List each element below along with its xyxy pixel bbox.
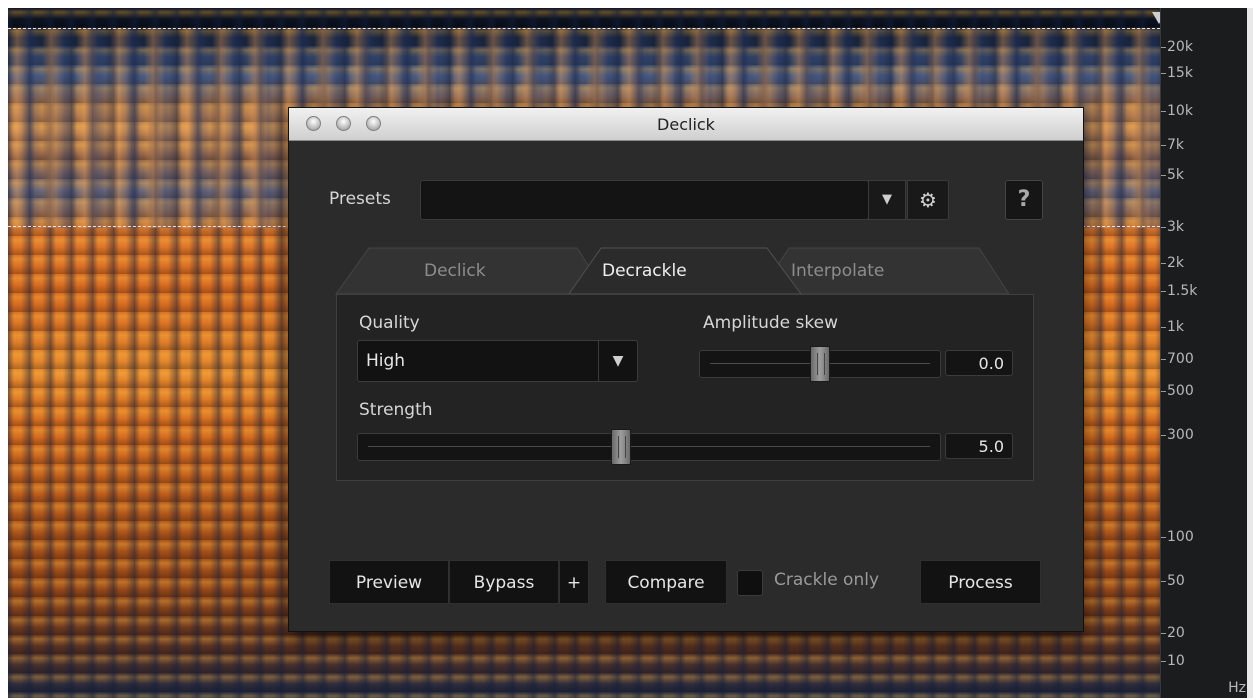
quality-value: High — [366, 351, 406, 371]
ruler-tick: 1.5k — [1160, 283, 1198, 299]
ruler-tick: 20k — [1161, 39, 1193, 55]
compare-button[interactable]: Compare — [605, 560, 727, 604]
ruler-tick: 50 — [1161, 573, 1185, 589]
crackle-only-checkbox[interactable] — [737, 570, 763, 596]
quality-select[interactable]: High ▼ — [357, 340, 638, 382]
window-edge — [1247, 8, 1253, 698]
ruler-tick: 10k — [1161, 103, 1193, 119]
ruler-tick: 5k — [1160, 167, 1185, 183]
ruler-tick: 10 — [1161, 653, 1185, 669]
ruler-tick: 3k — [1160, 219, 1185, 235]
strength-label: Strength — [359, 400, 433, 420]
amplitude-skew-label: Amplitude skew — [703, 313, 838, 333]
presets-dropdown-button[interactable]: ▼ — [868, 180, 906, 220]
slider-handle[interactable] — [810, 346, 830, 382]
ruler-tick: 300 — [1161, 427, 1194, 443]
ruler-tick: 20 — [1161, 625, 1185, 641]
presets-label: Presets — [329, 189, 391, 209]
triangle-down-icon: ▼ — [598, 341, 637, 381]
bypass-button[interactable]: Bypass — [449, 560, 559, 604]
declick-dialog: Declick Presets ▼ ⚙ ? Declick Decrackle … — [288, 107, 1084, 632]
process-button[interactable]: Process — [920, 560, 1041, 604]
ruler-unit: Hz — [1228, 680, 1246, 696]
ruler-tick: 2k — [1160, 255, 1185, 271]
preview-button[interactable]: Preview — [329, 560, 449, 604]
crackle-only-label: Crackle only — [774, 570, 880, 590]
slider-track — [368, 446, 930, 447]
help-button[interactable]: ? — [1005, 180, 1043, 220]
ruler-tick: 1k — [1160, 319, 1185, 335]
strength-value[interactable]: 5.0 — [945, 433, 1013, 459]
amplitude-skew-slider[interactable] — [699, 346, 941, 382]
gear-icon: ⚙ — [919, 188, 937, 212]
tab-decrackle[interactable]: Decrackle — [602, 261, 687, 281]
presets-field[interactable] — [420, 180, 869, 220]
slider-handle[interactable] — [611, 429, 631, 465]
ruler-tick: 700 — [1161, 351, 1194, 367]
ruler-tick: 7k — [1160, 137, 1185, 153]
quality-label: Quality — [359, 313, 420, 333]
add-button[interactable]: + — [559, 560, 589, 604]
triangle-down-icon: ▼ — [882, 192, 892, 207]
ruler-tick: 500 — [1161, 383, 1194, 399]
selection-top-line — [8, 28, 1160, 29]
ruler-tick: 100 — [1161, 529, 1194, 545]
presets-gear-button[interactable]: ⚙ — [907, 180, 949, 220]
tab-declick[interactable]: Declick — [424, 261, 486, 281]
frequency-ruler: 20k 15k 10k 7k 5k 3k 2k 1.5k 1k 700 500 … — [1160, 8, 1253, 698]
amplitude-skew-value[interactable]: 0.0 — [945, 350, 1013, 376]
dialog-title: Declick — [657, 115, 715, 134]
strength-slider[interactable] — [357, 429, 941, 465]
ruler-tick: 15k — [1161, 65, 1193, 81]
dialog-titlebar[interactable]: Declick — [289, 108, 1083, 141]
tab-interpolate[interactable]: Interpolate — [791, 261, 884, 281]
